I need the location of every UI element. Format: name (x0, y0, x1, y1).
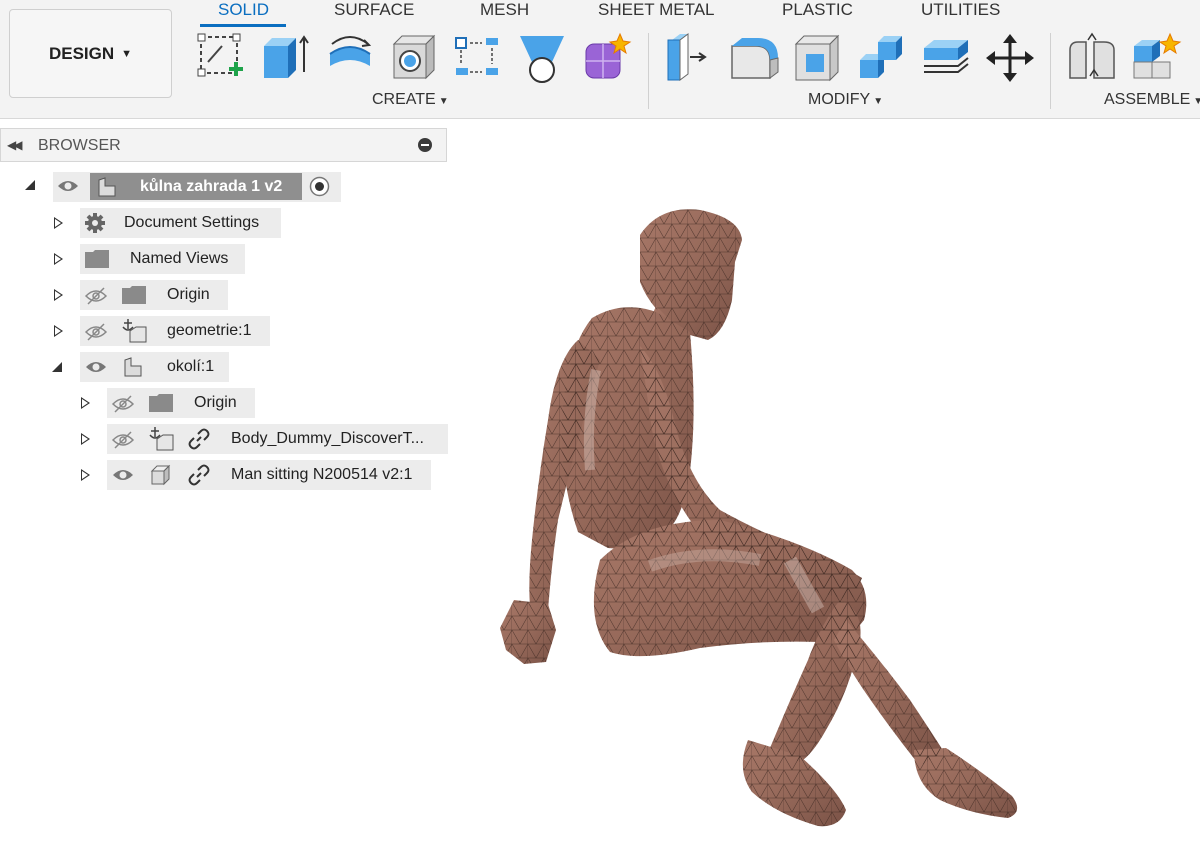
eye-icon[interactable] (112, 467, 134, 483)
chevron-down-icon: ▼ (438, 96, 449, 107)
folder-icon (84, 249, 110, 269)
eye-hidden-icon[interactable] (84, 323, 108, 341)
toolbar: DESIGN ▼ SOLID SURFACE MESH SHEET METAL … (0, 0, 1200, 119)
assemble-menu[interactable]: ASSEMBLE▼ (1104, 91, 1200, 109)
expand-toggle[interactable] (54, 253, 63, 265)
assemble-menu-label: ASSEMBLE (1104, 91, 1191, 108)
tab-solid[interactable]: SOLID (218, 0, 269, 20)
root-component-label: kůlna zahrada 1 v2 (140, 178, 283, 195)
create-menu[interactable]: CREATE ▼ (372, 91, 449, 109)
expand-toggle[interactable] (54, 217, 63, 229)
eye-icon[interactable] (85, 359, 107, 375)
group-divider (648, 33, 649, 109)
modify-menu-label: MODIFY (808, 91, 871, 108)
tree-item-label: Man sitting N200514 v2:1 (231, 466, 413, 483)
expand-toggle-root[interactable] (25, 180, 35, 190)
active-tab-indicator (200, 24, 286, 27)
linked-component-icon (120, 317, 148, 343)
link-icon (188, 428, 210, 450)
create-sketch-icon[interactable] (196, 32, 248, 84)
shell-icon[interactable] (792, 32, 844, 84)
chevron-down-icon: ▼ (873, 96, 884, 107)
folder-icon (121, 285, 147, 305)
collapse-panel-icon[interactable]: ◀◀ (7, 138, 23, 152)
tab-sheet-metal[interactable]: SHEET METAL (598, 0, 715, 20)
expand-toggle[interactable] (54, 289, 63, 301)
pattern-icon[interactable] (452, 32, 504, 84)
combine-icon[interactable] (856, 32, 908, 84)
expand-toggle[interactable] (81, 433, 90, 445)
eye-hidden-icon[interactable] (111, 431, 135, 449)
tree-item-label: Document Settings (124, 214, 260, 231)
3d-viewport[interactable] (450, 170, 1050, 850)
fillet-icon[interactable] (728, 32, 780, 84)
extrude-icon[interactable] (260, 32, 312, 84)
hole-icon[interactable] (388, 32, 440, 84)
man-sitting-mesh-model[interactable] (450, 170, 1050, 850)
revolve-icon[interactable] (324, 32, 376, 84)
component-icon (96, 176, 118, 198)
loft-icon[interactable] (516, 32, 568, 84)
tree-item-label: geometrie:1 (167, 322, 252, 339)
group-divider (1050, 33, 1051, 109)
joint-icon[interactable] (1066, 32, 1118, 84)
gear-icon (84, 212, 106, 234)
tree-item-label: Body_Dummy_DiscoverT... (231, 430, 424, 447)
expand-toggle[interactable] (52, 362, 62, 372)
tab-utilities[interactable]: UTILITIES (921, 0, 1000, 20)
expand-toggle[interactable] (81, 469, 90, 481)
chevron-down-icon: ▼ (121, 47, 133, 60)
linked-component-icon (147, 425, 175, 451)
folder-icon (148, 393, 174, 413)
expand-toggle[interactable] (54, 325, 63, 337)
offset-face-icon[interactable] (920, 32, 972, 84)
workspace-label: DESIGN (48, 43, 115, 63)
tree-item-label: okolí:1 (167, 358, 215, 375)
tree-item-label: Named Views (130, 250, 229, 267)
browser-title: BROWSER (38, 137, 121, 154)
browser-panel-header: ◀◀ BROWSER (0, 128, 447, 162)
tab-plastic[interactable]: PLASTIC (782, 0, 853, 20)
component-icon (122, 356, 144, 378)
chevron-down-icon: ▼ (1193, 96, 1200, 107)
expand-toggle[interactable] (81, 397, 90, 409)
body-icon (149, 464, 171, 486)
press-pull-icon[interactable] (664, 32, 716, 84)
tab-surface[interactable]: SURFACE (334, 0, 414, 20)
create-menu-label: CREATE (372, 91, 436, 108)
link-icon (188, 464, 210, 486)
tree-item-label: Origin (194, 394, 237, 411)
move-icon[interactable] (984, 32, 1036, 84)
new-component-icon[interactable] (1130, 32, 1182, 84)
eye-hidden-icon[interactable] (84, 287, 108, 305)
tab-mesh[interactable]: MESH (480, 0, 529, 20)
create-form-icon[interactable] (580, 32, 632, 84)
eye-hidden-icon[interactable] (111, 395, 135, 413)
workspace-switcher-button[interactable]: DESIGN ▼ (9, 9, 172, 98)
modify-menu[interactable]: MODIFY ▼ (808, 91, 883, 109)
activate-radio-icon[interactable] (309, 176, 330, 197)
minimize-icon[interactable] (418, 138, 432, 152)
eye-icon[interactable] (57, 178, 79, 194)
tree-item-label: Origin (167, 286, 210, 303)
